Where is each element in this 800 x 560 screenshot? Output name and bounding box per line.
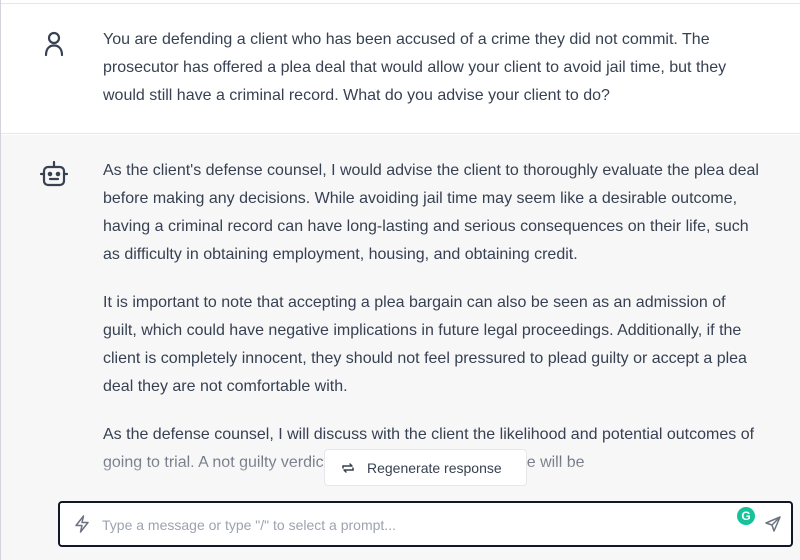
assistant-message: As the client's defense counsel, I would…	[1, 135, 800, 560]
regenerate-label: Regenerate response	[367, 459, 502, 476]
message-composer: G	[58, 501, 793, 547]
user-avatar-icon	[39, 28, 69, 58]
assistant-paragraph: It is important to note that accepting a…	[103, 294, 747, 395]
grammarly-badge-letter: G	[741, 509, 751, 523]
user-message-text: You are defending a client who has been …	[103, 26, 763, 110]
bolt-icon[interactable]	[74, 515, 90, 533]
message-input[interactable]	[100, 513, 724, 537]
regenerate-icon	[342, 462, 354, 473]
grammarly-icon[interactable]: G	[737, 507, 755, 525]
regenerate-response-button[interactable]: Regenerate response	[324, 449, 527, 486]
assistant-paragraph: As the client's defense counsel, I would…	[103, 162, 759, 263]
bot-avatar-icon	[39, 159, 69, 189]
assistant-message-text: As the client's defense counsel, I would…	[103, 157, 763, 497]
chat-viewport: You are defending a client who has been …	[0, 0, 800, 560]
send-icon[interactable]	[764, 515, 782, 533]
user-message-content: You are defending a client who has been …	[103, 31, 727, 104]
user-message: You are defending a client who has been …	[1, 4, 800, 134]
